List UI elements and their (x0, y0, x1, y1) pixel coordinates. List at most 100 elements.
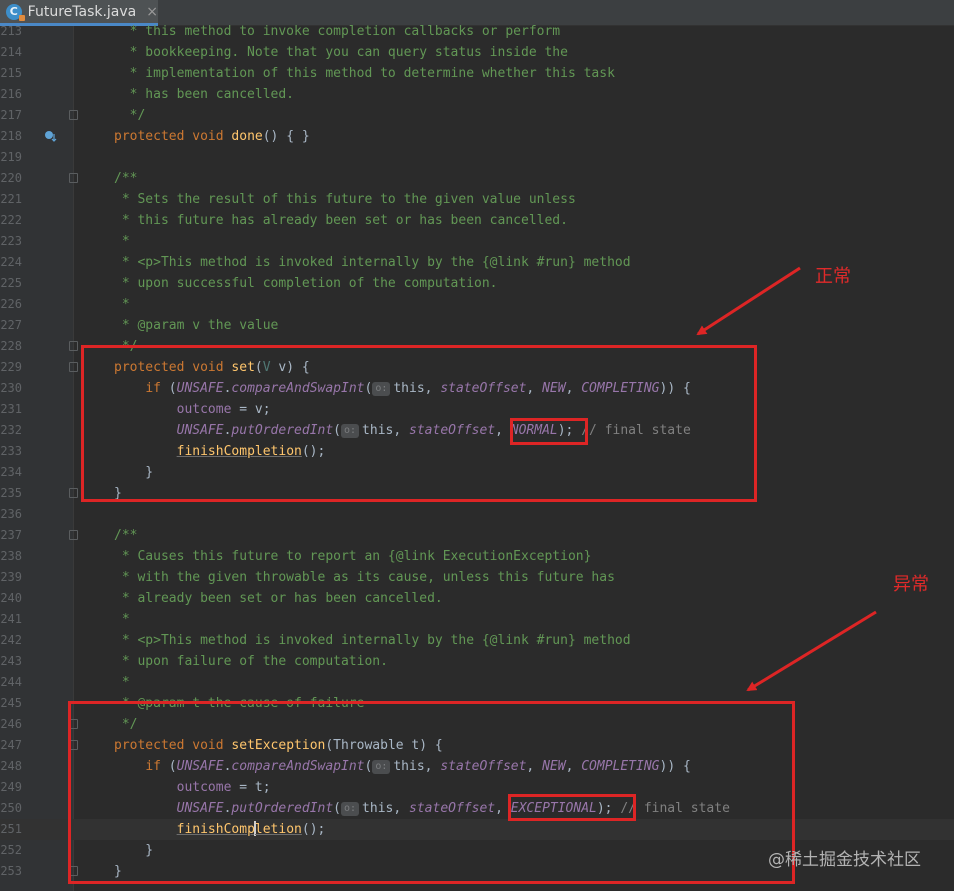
line-number: 220 (0, 171, 22, 185)
code-line[interactable]: 227 * @param v the value (0, 315, 954, 336)
java-class-icon: C (6, 3, 25, 21)
code-line[interactable]: 239 * with the given throwable as its ca… (0, 567, 954, 588)
code-text: * (114, 612, 130, 627)
line-number: 218 (0, 129, 22, 143)
close-tab-icon[interactable]: × (146, 4, 158, 20)
code-text: * has been cancelled. (114, 87, 295, 102)
line-number: 252 (0, 843, 22, 857)
fold-marker-icon[interactable] (69, 530, 78, 540)
code-text: protected void done() { } (114, 129, 310, 144)
line-number: 222 (0, 213, 22, 227)
line-number: 214 (0, 45, 22, 59)
code-text: * bookkeeping. Note that you can query s… (114, 45, 568, 60)
line-number: 219 (0, 150, 22, 164)
line-number: 228 (0, 339, 22, 353)
code-line[interactable]: 218 protected void done() { } (0, 126, 954, 147)
line-number: 234 (0, 465, 22, 479)
line-number: 241 (0, 612, 22, 626)
line-number: 240 (0, 591, 22, 605)
code-line[interactable]: 213 * this method to invoke completion c… (0, 21, 954, 42)
line-number: 217 (0, 108, 22, 122)
code-text: * with the given throwable as its cause,… (114, 570, 615, 585)
line-number: 232 (0, 423, 22, 437)
line-number: 246 (0, 717, 22, 731)
line-number: 242 (0, 633, 22, 647)
line-number: 244 (0, 675, 22, 689)
code-text: * this future has already been set or ha… (114, 213, 568, 228)
code-line[interactable]: 244 * (0, 672, 954, 693)
code-line[interactable]: 224 * <p>This method is invoked internal… (0, 252, 954, 273)
fold-marker-icon[interactable] (69, 362, 78, 372)
code-text: * upon successful completion of the comp… (114, 276, 498, 291)
code-line[interactable]: 220 /** (0, 168, 954, 189)
set-method-highlight-box (81, 345, 757, 502)
code-line[interactable]: 238 * Causes this future to report an {@… (0, 546, 954, 567)
code-line[interactable]: 216 * has been cancelled. (0, 84, 954, 105)
code-line[interactable]: 217 */ (0, 105, 954, 126)
normal-label: 正常 (815, 266, 851, 287)
line-number: 235 (0, 486, 22, 500)
line-number: 248 (0, 759, 22, 773)
code-text: * <p>This method is invoked internally b… (114, 633, 631, 648)
fold-marker-icon[interactable] (69, 173, 78, 183)
fold-marker-icon[interactable] (69, 341, 78, 351)
line-number: 251 (0, 822, 22, 836)
code-text: * this method to invoke completion callb… (114, 24, 561, 39)
code-line[interactable]: 221 * Sets the result of this future to … (0, 189, 954, 210)
line-number: 239 (0, 570, 22, 584)
code-line[interactable]: 214 * bookkeeping. Note that you can que… (0, 42, 954, 63)
line-number: 253 (0, 864, 22, 878)
exceptional-state-highlight-box (508, 794, 636, 821)
line-number: 224 (0, 255, 22, 269)
line-number: 249 (0, 780, 22, 794)
fold-marker-icon[interactable] (69, 488, 78, 498)
code-text: * <p>This method is invoked internally b… (114, 255, 631, 270)
line-number: 231 (0, 402, 22, 416)
line-number: 247 (0, 738, 22, 752)
exceptional-label: 异常 (893, 574, 929, 595)
normal-state-highlight-box (510, 418, 588, 445)
tab-title: FutureTask.java (27, 3, 137, 20)
line-number: 237 (0, 528, 22, 542)
line-number: 236 (0, 507, 22, 521)
line-number: 215 (0, 66, 22, 80)
code-text: * @param v the value (114, 318, 279, 333)
line-number: 225 (0, 276, 22, 290)
code-line[interactable]: 223 * (0, 231, 954, 252)
code-text: /** (114, 171, 138, 186)
line-number: 221 (0, 192, 22, 206)
line-number: 250 (0, 801, 22, 815)
code-line[interactable]: 219 (0, 147, 954, 168)
code-text: * (114, 675, 130, 690)
line-number: 226 (0, 297, 22, 311)
code-line[interactable]: 226 * (0, 294, 954, 315)
code-text: * (114, 297, 130, 312)
code-line[interactable]: 240 * already been set or has been cance… (0, 588, 954, 609)
code-line[interactable]: 236 (0, 504, 954, 525)
code-text: /** (114, 528, 138, 543)
line-number: 230 (0, 381, 22, 395)
line-number: 238 (0, 549, 22, 563)
code-line[interactable]: 237 /** (0, 525, 954, 546)
code-line[interactable]: 243 * upon failure of the computation. (0, 651, 954, 672)
code-text: */ (114, 108, 146, 123)
code-text: * already been set or has been cancelled… (114, 591, 443, 606)
line-number: 216 (0, 87, 22, 101)
code-line[interactable]: 222 * this future has already been set o… (0, 210, 954, 231)
code-line[interactable]: 241 * (0, 609, 954, 630)
code-line[interactable]: 215 * implementation of this method to d… (0, 63, 954, 84)
watermark: @稀土掘金技术社区 (768, 850, 921, 870)
fold-marker-icon[interactable] (69, 110, 78, 120)
code-line[interactable]: 225 * upon successful completion of the … (0, 273, 954, 294)
code-line[interactable]: 242 * <p>This method is invoked internal… (0, 630, 954, 651)
override-method-icon[interactable] (44, 130, 57, 143)
setexception-method-highlight-box (68, 701, 795, 884)
line-number: 243 (0, 654, 22, 668)
code-text: * (114, 234, 130, 249)
code-text: * implementation of this method to deter… (114, 66, 615, 81)
line-number: 227 (0, 318, 22, 332)
code-text: * upon failure of the computation. (114, 654, 388, 669)
line-number: 233 (0, 444, 22, 458)
line-number: 223 (0, 234, 22, 248)
line-number: 213 (0, 24, 22, 38)
